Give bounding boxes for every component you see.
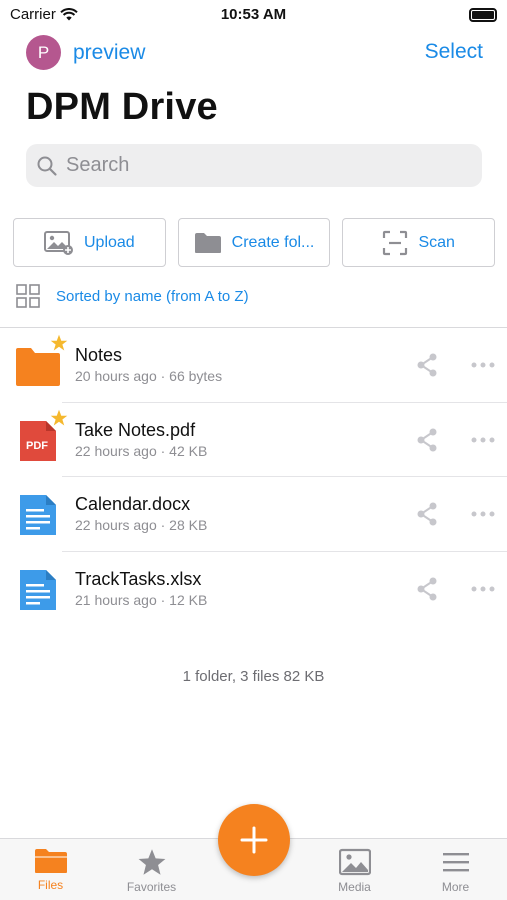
avatar: P (26, 35, 61, 70)
status-bar: Carrier 10:53 AM (0, 0, 507, 30)
list-item[interactable]: PDF Take Notes.pdf 22 hours ago · 42 KB (0, 403, 507, 477)
account-name: preview (73, 40, 146, 64)
grid-view-icon[interactable] (16, 284, 40, 308)
image-icon (338, 848, 371, 876)
status-time: 10:53 AM (220, 6, 287, 23)
search-input[interactable] (66, 154, 446, 177)
folder-icon (34, 849, 67, 873)
star-icon (50, 334, 68, 351)
action-buttons: Upload Create fol... Scan (13, 218, 496, 267)
more-options-icon[interactable] (471, 511, 495, 517)
list-item[interactable]: Notes 20 hours ago · 66 bytes (0, 328, 507, 403)
share-icon[interactable] (416, 577, 438, 601)
file-meta: 21 hours ago · 12 KB (75, 591, 208, 608)
plus-icon (240, 826, 268, 854)
tab-label: Favorites (126, 880, 177, 894)
star-icon (50, 409, 68, 425)
file-name: Take Notes.pdf (75, 419, 196, 440)
select-button[interactable]: Select (425, 40, 483, 64)
account-switcher[interactable]: P preview (26, 35, 145, 70)
upload-label: Upload (83, 233, 135, 251)
create-folder-button[interactable]: Create fol... (177, 218, 331, 267)
upload-button[interactable]: Upload (13, 218, 166, 267)
file-name: Calendar.docx (75, 494, 191, 514)
sort-order-button[interactable]: Sorted by name (from A to Z) (56, 288, 249, 305)
scan-icon (383, 230, 408, 255)
battery-icon (469, 8, 497, 22)
file-meta: 22 hours ago · 28 KB (75, 517, 208, 533)
tab-favorites[interactable]: Favorites (101, 839, 202, 900)
page-title: DPM Drive (26, 86, 218, 128)
list-item[interactable]: Calendar.docx 22 hours ago · 28 KB (0, 477, 507, 552)
tab-files[interactable]: Files (0, 839, 101, 900)
create-folder-label: Create fol... (231, 233, 315, 251)
scan-button[interactable]: Scan (342, 218, 496, 267)
star-icon (138, 849, 165, 875)
file-meta: 20 hours ago · 66 bytes (75, 368, 223, 384)
tab-label: More (441, 880, 470, 894)
share-icon[interactable] (416, 428, 438, 452)
more-options-icon[interactable] (471, 362, 495, 368)
file-list: Notes 20 hours ago · 66 bytes PDF Take N… (0, 328, 507, 626)
sort-row: Sorted by name (from A to Z) (16, 284, 249, 308)
file-name: Notes (75, 345, 123, 365)
more-options-icon[interactable] (471, 437, 495, 443)
document-icon (20, 495, 56, 535)
tab-more[interactable]: More (405, 839, 506, 900)
scan-label: Scan (418, 233, 455, 251)
image-upload-icon (43, 230, 73, 255)
storage-summary: 1 folder, 3 files 82 KB (182, 668, 325, 685)
file-name: TrackTasks.xlsx (75, 568, 202, 589)
tab-label: Files (37, 878, 64, 892)
tab-media[interactable]: Media (304, 839, 405, 900)
search-icon (37, 156, 57, 176)
more-options-icon[interactable] (471, 586, 495, 592)
search-bar[interactable] (26, 144, 482, 187)
document-icon (20, 569, 56, 610)
tab-label: Media (338, 880, 371, 894)
folder-icon (194, 232, 221, 253)
menu-icon (442, 853, 469, 872)
share-icon[interactable] (416, 353, 438, 377)
file-meta: 22 hours ago · 42 KB (75, 442, 208, 459)
share-icon[interactable] (416, 502, 438, 526)
add-button[interactable] (218, 804, 290, 876)
pdf-icon-label: PDF (26, 440, 48, 452)
list-item[interactable]: TrackTasks.xlsx 21 hours ago · 12 KB (0, 552, 507, 627)
